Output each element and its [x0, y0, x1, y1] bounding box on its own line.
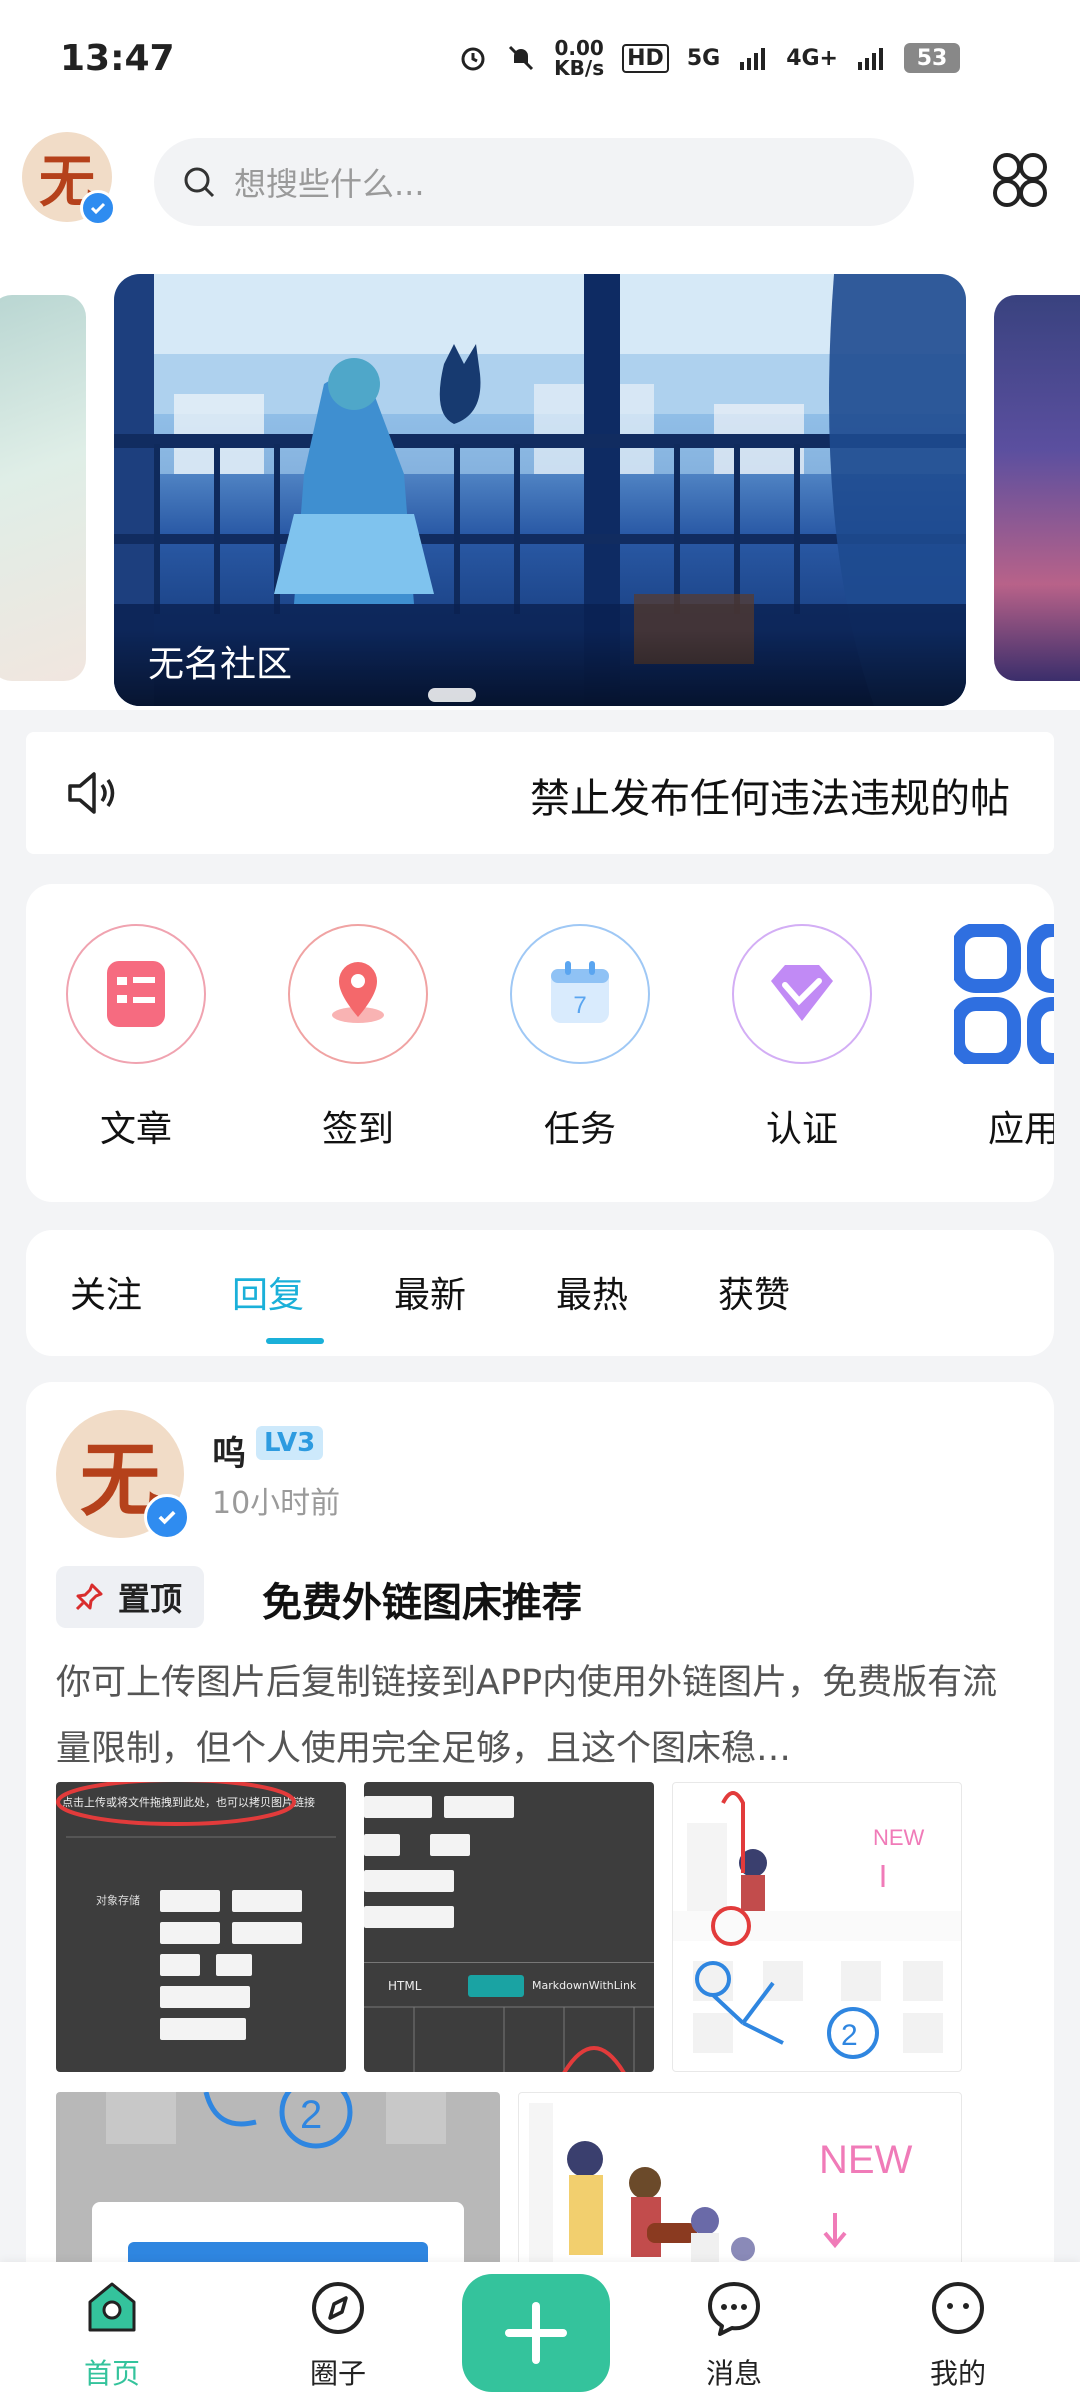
nav-messages[interactable]: 消息 — [674, 2278, 794, 2392]
mute-icon — [509, 45, 534, 71]
top-header: 无 想搜些什么... — [0, 120, 1080, 260]
quick-entry-label: 认证 — [765, 1109, 838, 1150]
apps-icon — [954, 924, 1054, 1064]
post-author-name[interactable]: 呜 — [212, 1426, 246, 1475]
quick-entry-verify[interactable]: 认证 — [732, 924, 872, 1152]
pin-icon — [75, 1583, 103, 1611]
status-bar: 13:47 0.00 KB/s HD 5G 4G+ 53 — [0, 0, 1080, 120]
signal-icon-2 — [858, 48, 883, 70]
status-time: 13:47 — [60, 38, 175, 79]
post-title[interactable]: 免费外链图床推荐 — [262, 1570, 582, 1628]
nav-label: 首页 — [83, 2357, 140, 2390]
quick-entry-article[interactable]: 文章 — [66, 924, 206, 1152]
bottom-navigation: 首页 圈子 消息 我的 — [0, 2262, 1080, 2408]
nav-label: 消息 — [705, 2357, 762, 2390]
tab-follow[interactable]: 关注 — [70, 1266, 142, 1318]
pinned-badge: 置顶 — [56, 1566, 205, 1628]
create-post-button[interactable] — [462, 2274, 610, 2392]
tab-latest[interactable]: 最新 — [394, 1266, 466, 1318]
net-speed-unit: KB/s — [554, 56, 605, 80]
tab-liked[interactable]: 获赞 — [718, 1266, 790, 1318]
post-image-2[interactable]: HTML MarkdownWithLink — [364, 1782, 654, 2072]
banner-carousel[interactable]: 无名社区 — [0, 260, 1080, 710]
search-icon — [184, 167, 215, 198]
banner-slide-next[interactable] — [994, 295, 1080, 681]
search-placeholder: 想搜些什么... — [234, 165, 425, 203]
pinned-label: 置顶 — [118, 1580, 183, 1618]
net-speed-value: 0.00 — [554, 36, 604, 60]
signal-icon — [740, 48, 766, 70]
banner-caption: 无名社区 — [114, 630, 966, 706]
level-badge: LV3 — [256, 1426, 324, 1460]
nav-profile[interactable]: 我的 — [898, 2278, 1018, 2392]
carousel-indicator — [428, 688, 476, 702]
post-time: 10小时前 — [212, 1486, 341, 1521]
profile-face-icon — [932, 2282, 984, 2334]
quick-entry-label: 应用 — [987, 1109, 1054, 1150]
notice-bar[interactable]: 禁止发布任何违法违规的帖 — [26, 732, 1054, 854]
nav-circles[interactable]: 圈子 — [278, 2278, 398, 2392]
nav-label: 我的 — [929, 2357, 986, 2390]
banner-slide-current[interactable]: 无名社区 — [114, 274, 966, 706]
verify-diamond-icon — [732, 924, 872, 1064]
apps-grid-icon[interactable] — [990, 150, 1050, 210]
svg-text:NEW: NEW — [819, 2138, 913, 2182]
hd-badge: HD — [622, 43, 669, 73]
quick-entry-label: 签到 — [321, 1109, 394, 1150]
svg-text:2: 2 — [841, 2019, 858, 2052]
quick-entry-apps[interactable]: 应用 — [954, 924, 1054, 1152]
svg-text:2: 2 — [300, 2093, 322, 2137]
battery-indicator: 53 — [904, 43, 960, 73]
quick-entry-checkin[interactable]: 签到 — [288, 924, 428, 1152]
verified-icon — [144, 1494, 190, 1540]
post-excerpt: 你可上传图片后复制链接到APP内使用外链图片，免费版有流量限制，但个人使用完全足… — [56, 1663, 998, 1769]
post-card[interactable]: 无 呜 LV3 10小时前 置顶 免费外链图床推荐 你可上传图片后复制链接到AP… — [26, 1382, 1054, 2408]
quick-entry-label: 任务 — [543, 1109, 616, 1150]
tab-hottest[interactable]: 最热 — [556, 1266, 628, 1318]
post-author-avatar[interactable]: 无 — [56, 1410, 190, 1540]
calendar-icon: 7 — [510, 924, 650, 1064]
checkin-icon — [288, 924, 428, 1064]
search-input[interactable]: 想搜些什么... — [154, 138, 914, 226]
quick-entries: 文章 签到 7 任务 认证 应用 — [26, 884, 1054, 1202]
active-tab-indicator — [266, 1338, 324, 1344]
tab-replies[interactable]: 回复 — [232, 1266, 304, 1318]
network-5g: 5G — [686, 45, 721, 71]
svg-text:7: 7 — [573, 992, 586, 1019]
plus-icon — [505, 2302, 567, 2364]
compass-icon — [312, 2282, 364, 2334]
home-icon — [88, 2282, 136, 2332]
feed-tabs: 关注 回复 最新 最热 获赞 — [26, 1230, 1054, 1356]
new-label: NEW — [873, 1825, 925, 1850]
net-speed: 0.00 KB/s — [554, 38, 604, 78]
annotated-screenshot: NEW 2 — [673, 1791, 961, 2059]
post-image-1[interactable]: 点击上传或将文件拖拽到此处，也可以拷贝图片链接 对象存储 — [56, 1782, 346, 2072]
nav-home[interactable]: 首页 — [52, 2278, 172, 2392]
quick-entry-task[interactable]: 7 任务 — [510, 924, 650, 1152]
network-4g: 4G+ — [786, 45, 838, 71]
nav-label: 圈子 — [309, 2357, 366, 2390]
message-icon — [708, 2282, 760, 2336]
article-icon — [66, 924, 206, 1064]
notice-text: 禁止发布任何违法违规的帖 — [530, 776, 1010, 822]
user-avatar[interactable]: 无 — [22, 132, 116, 226]
alarm-icon — [461, 47, 485, 71]
status-icons: 0.00 KB/s HD 5G 4G+ 53 — [458, 38, 960, 78]
app-screen: 13:47 0.00 KB/s HD 5G 4G+ 53 无 想搜些什么... — [0, 0, 1080, 2408]
quick-entry-label: 文章 — [99, 1109, 172, 1150]
speaker-icon — [68, 772, 115, 814]
object-storage-label: 对象存储 — [96, 1894, 140, 1907]
banner-slide-previous[interactable] — [0, 295, 86, 681]
verified-icon — [80, 190, 116, 226]
table-lines — [364, 2006, 654, 2072]
post-image-3[interactable]: NEW 2 — [672, 1782, 962, 2072]
